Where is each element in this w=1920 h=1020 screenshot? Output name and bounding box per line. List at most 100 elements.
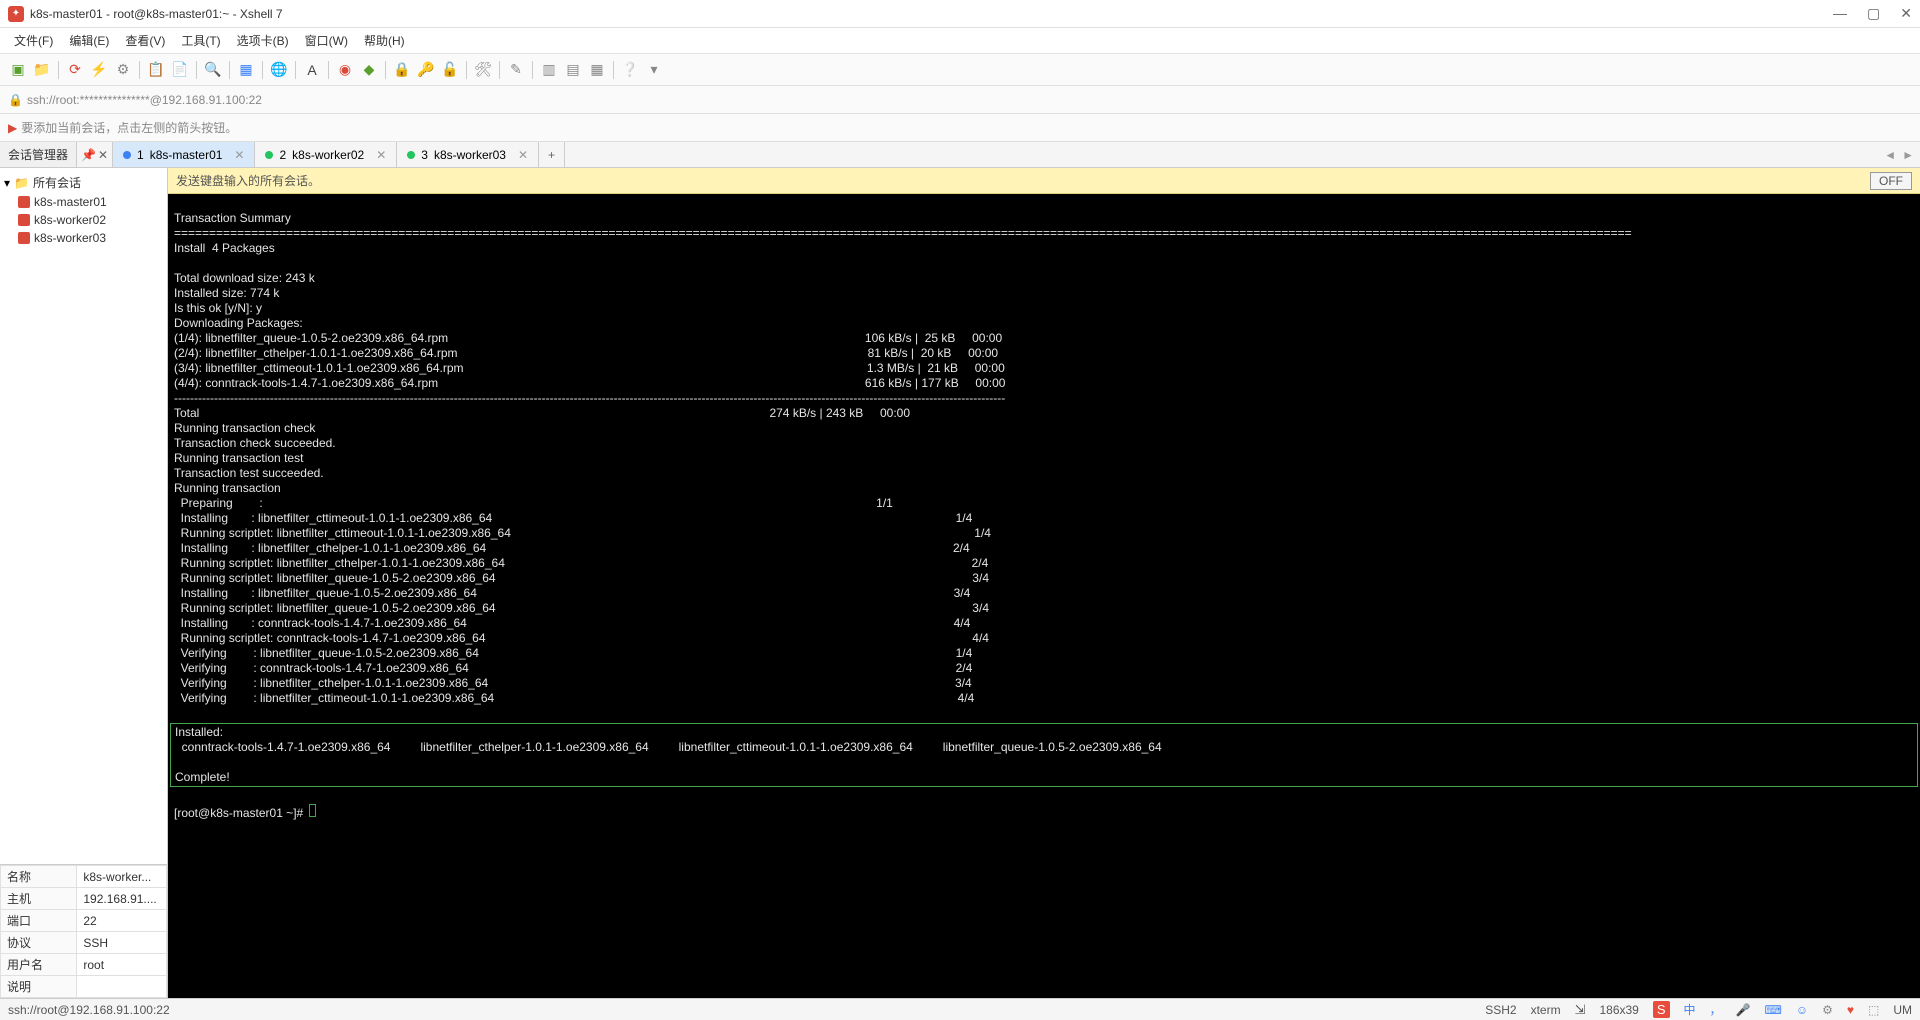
tree-root[interactable]: ▾ 📁 所有会话 <box>0 172 167 193</box>
help-icon[interactable]: ❔ <box>620 60 640 80</box>
tab-next-icon[interactable]: ► <box>1902 148 1914 162</box>
prompt: [root@k8s-master01 ~]# <box>174 806 307 820</box>
tab-label: k8s-master01 <box>150 148 223 162</box>
send-to-all-text: 发送键盘输入的所有会话。 <box>176 172 320 189</box>
main: ▾ 📁 所有会话 k8s-master01 k8s-worker02 k8s-wor… <box>0 168 1920 998</box>
tab-label: k8s-worker03 <box>434 148 506 162</box>
maximize-button[interactable]: ▢ <box>1867 5 1880 22</box>
status-gear-icon[interactable]: ⚙ <box>1822 1003 1833 1017</box>
tab-close-icon[interactable]: ✕ <box>376 148 386 162</box>
tree-item-k8s-worker03[interactable]: k8s-worker03 <box>0 229 167 247</box>
hint-text: 要添加当前会话，点击左侧的箭头按钮。 <box>21 119 237 136</box>
host-icon <box>18 214 30 226</box>
script-icon[interactable]: ◆ <box>359 60 379 80</box>
app-icon: ✦ <box>8 6 24 22</box>
minimize-button[interactable]: — <box>1833 5 1847 22</box>
status-dot-icon <box>123 151 131 159</box>
sidebar: ▾ 📁 所有会话 k8s-master01 k8s-worker02 k8s-wor… <box>0 168 168 998</box>
status-numlock-icon[interactable]: ⬚ <box>1868 1003 1879 1017</box>
tab-prev-icon[interactable]: ◄ <box>1884 148 1896 162</box>
copy-icon[interactable]: 📋 <box>146 60 166 80</box>
new-session-icon[interactable]: ▣ <box>8 60 28 80</box>
lock-icon[interactable]: 🔒 <box>392 60 412 80</box>
menu-tabs[interactable]: 选项卡(B) <box>231 30 295 51</box>
send-to-all-toggle[interactable]: OFF <box>1870 172 1912 190</box>
properties-panel: 名称k8s-worker... 主机192.168.91.... 端口22 协议… <box>0 864 167 998</box>
status-dot-icon <box>407 151 415 159</box>
xshell-icon[interactable]: ◉ <box>335 60 355 80</box>
tab-num: 3 <box>421 148 428 162</box>
address-text[interactable]: ssh://root:***************@192.168.91.10… <box>27 93 262 107</box>
titlebar: ✦ k8s-master01 - root@k8s-master01:~ - X… <box>0 0 1920 28</box>
status-mic-icon[interactable]: 🎤 <box>1736 1003 1751 1017</box>
prop-user-label: 用户名 <box>1 954 77 976</box>
tree-item-label: k8s-worker03 <box>34 231 106 245</box>
reconnect-icon[interactable]: ⟳ <box>65 60 85 80</box>
ime-lang[interactable]: 中 <box>1684 1001 1696 1018</box>
tab-k8s-worker03[interactable]: 3 k8s-worker03 ✕ <box>397 142 539 167</box>
grid-icon[interactable]: ▦ <box>587 60 607 80</box>
tab-k8s-worker02[interactable]: 2 k8s-worker02 ✕ <box>255 142 397 167</box>
collapse-icon[interactable]: ▾ <box>4 176 10 190</box>
tab-close-icon[interactable]: ✕ <box>234 148 244 162</box>
pin-icon[interactable]: 📌 <box>81 148 96 162</box>
tab-num: 2 <box>279 148 286 162</box>
status-heart-icon[interactable]: ♥ <box>1847 1003 1854 1017</box>
address-bar: 🔒 ssh://root:***************@192.168.91.… <box>0 86 1920 114</box>
layout-icon[interactable]: ▦ <box>236 60 256 80</box>
close-button[interactable]: ✕ <box>1900 5 1912 22</box>
tree-item-label: k8s-worker02 <box>34 213 106 227</box>
lock-icon: 🔒 <box>8 93 23 107</box>
menu-file[interactable]: 文件(F) <box>8 30 59 51</box>
session-tree: ▾ 📁 所有会话 k8s-master01 k8s-worker02 k8s-wor… <box>0 168 167 864</box>
tile-icon[interactable]: ▤ <box>563 60 583 80</box>
status-address: ssh://root@192.168.91.100:22 <box>8 1003 170 1017</box>
tree-item-k8s-worker02[interactable]: k8s-worker02 <box>0 211 167 229</box>
status-size: 186x39 <box>1599 1003 1638 1017</box>
menu-window[interactable]: 窗口(W) <box>299 30 354 51</box>
properties-icon[interactable]: ⚙ <box>113 60 133 80</box>
tab-num: 1 <box>137 148 144 162</box>
add-tab-button[interactable]: + <box>539 142 565 167</box>
menu-view[interactable]: 查看(V) <box>119 30 171 51</box>
compose-icon[interactable]: ✎ <box>506 60 526 80</box>
tab-close-icon[interactable]: ✕ <box>518 148 528 162</box>
tree-item-k8s-master01[interactable]: k8s-master01 <box>0 193 167 211</box>
host-icon <box>18 196 30 208</box>
status-kbd-icon[interactable]: ⌨ <box>1765 1003 1782 1017</box>
tools-icon[interactable]: 🛠 <box>473 60 493 80</box>
prop-host-value: 192.168.91.... <box>77 888 167 910</box>
prop-proto-label: 协议 <box>1 932 77 954</box>
menu-help[interactable]: 帮助(H) <box>358 30 411 51</box>
cascade-icon[interactable]: ▥ <box>539 60 559 80</box>
terminal[interactable]: Transaction Summary ====================… <box>168 194 1920 998</box>
about-icon[interactable]: ▾ <box>644 60 664 80</box>
open-icon[interactable]: 📁 <box>32 60 52 80</box>
ime-icon[interactable]: S <box>1653 1001 1670 1018</box>
prop-name-label: 名称 <box>1 866 77 888</box>
unlock-icon[interactable]: 🔓 <box>440 60 460 80</box>
paste-icon[interactable]: 📄 <box>170 60 190 80</box>
hint-bar: ▶ 要添加当前会话，点击左侧的箭头按钮。 <box>0 114 1920 142</box>
status-dot-icon <box>265 151 273 159</box>
tree-item-label: k8s-master01 <box>34 195 107 209</box>
session-manager-buttons: 📌 ✕ <box>77 142 113 167</box>
tab-label: k8s-worker02 <box>292 148 364 162</box>
disconnect-icon[interactable]: ⚡ <box>89 60 109 80</box>
font-icon[interactable]: A <box>302 60 322 80</box>
menu-tools[interactable]: 工具(T) <box>175 30 226 51</box>
send-to-all-bar: 发送键盘输入的所有会话。 OFF <box>168 168 1920 194</box>
find-icon[interactable]: 🔍 <box>203 60 223 80</box>
globe-icon[interactable]: 🌐 <box>269 60 289 80</box>
toolbar: ▣ 📁 ⟳ ⚡ ⚙ 📋 📄 🔍 ▦ 🌐 A ◉ ◆ 🔒 🔑 🔓 🛠 ✎ ▥ ▤ … <box>0 54 1920 86</box>
status-punct-icon[interactable]: ， <box>1710 1001 1722 1018</box>
key-icon[interactable]: 🔑 <box>416 60 436 80</box>
status-emoji-icon[interactable]: ☺ <box>1796 1003 1808 1017</box>
prop-user-value: root <box>77 954 167 976</box>
prop-port-label: 端口 <box>1 910 77 932</box>
menu-edit[interactable]: 编辑(E) <box>63 30 115 51</box>
installed-highlight: Installed: conntrack-tools-1.4.7-1.oe230… <box>170 723 1918 787</box>
tree-root-label: 所有会话 <box>33 174 81 191</box>
tab-k8s-master01[interactable]: 1 k8s-master01 ✕ <box>113 142 255 167</box>
session-close-icon[interactable]: ✕ <box>98 148 108 162</box>
